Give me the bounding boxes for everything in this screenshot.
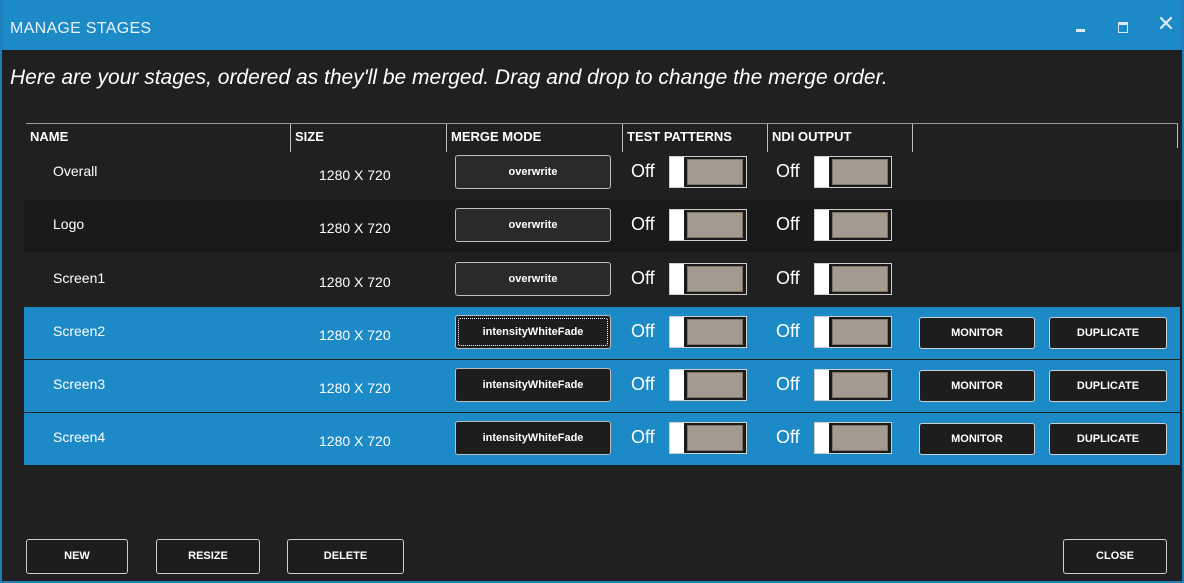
toggle-track <box>687 319 743 345</box>
toggle-knob <box>670 157 684 187</box>
stage-name: Screen3 <box>53 376 106 392</box>
ndi-output-state: Off <box>776 321 800 341</box>
ndi-output-state: Off <box>776 161 800 181</box>
stage-row[interactable]: Logo 1280 X 720 overwrite Off Off <box>24 200 1180 252</box>
test-patterns-state: Off <box>631 374 655 394</box>
instructions-text: Here are your stages, ordered as they'll… <box>10 66 888 89</box>
toggle-knob <box>670 370 684 400</box>
toggle-knob <box>815 210 829 240</box>
window-title: MANAGE STAGES <box>10 20 152 37</box>
ndi-output-state: Off <box>776 374 800 394</box>
minimize-icon[interactable] <box>1071 14 1093 36</box>
merge-mode-button[interactable]: intensityWhiteFade <box>455 368 611 402</box>
toggle-track <box>832 425 888 451</box>
stage-size: 1280 X 720 <box>319 433 391 449</box>
manage-stages-window: MANAGE STAGES ✕ Here are your stages, or… <box>0 0 1184 583</box>
stage-size: 1280 X 720 <box>319 167 391 183</box>
toggle-knob <box>815 317 829 347</box>
test-patterns-state: Off <box>631 321 655 341</box>
ndi-output-toggle[interactable] <box>814 209 892 241</box>
stage-name: Overall <box>53 163 98 179</box>
ndi-output-toggle[interactable] <box>814 156 892 188</box>
merge-mode-button[interactable]: intensityWhiteFade <box>455 421 611 455</box>
stage-size: 1280 X 720 <box>319 220 391 236</box>
column-header-end-divider <box>1177 124 1178 148</box>
stage-row[interactable]: Screen3 1280 X 720 intensityWhiteFade Off Of… <box>24 360 1180 412</box>
stage-row[interactable]: Screen4 1280 X 720 intensityWhiteFade Off Of… <box>24 413 1180 465</box>
new-button[interactable]: NEW <box>26 539 128 574</box>
toggle-track <box>832 159 888 185</box>
stage-name: Screen1 <box>53 270 106 286</box>
duplicate-button[interactable]: DUPLICATE <box>1049 423 1167 455</box>
toggle-track <box>687 159 743 185</box>
test-patterns-state: Off <box>631 214 655 234</box>
test-patterns-state: Off <box>631 427 655 447</box>
test-patterns-toggle[interactable] <box>669 369 747 401</box>
toggle-knob <box>670 423 684 453</box>
delete-button[interactable]: DELETE <box>287 539 404 574</box>
stage-row[interactable]: Overall 1280 X 720 overwrite Off Off <box>24 147 1180 199</box>
ndi-output-toggle[interactable] <box>814 369 892 401</box>
toggle-track <box>832 372 888 398</box>
test-patterns-state: Off <box>631 161 655 181</box>
stage-size: 1280 X 720 <box>319 274 391 290</box>
duplicate-button[interactable]: DUPLICATE <box>1049 317 1167 349</box>
toggle-knob <box>815 423 829 453</box>
merge-mode-button[interactable]: overwrite <box>455 208 611 242</box>
monitor-button[interactable]: MONITOR <box>919 370 1035 402</box>
ndi-output-toggle[interactable] <box>814 263 892 295</box>
toggle-track <box>832 266 888 292</box>
ndi-output-state: Off <box>776 268 800 288</box>
test-patterns-toggle[interactable] <box>669 263 747 295</box>
toggle-knob <box>815 157 829 187</box>
toggle-knob <box>815 264 829 294</box>
ndi-output-toggle[interactable] <box>814 422 892 454</box>
stage-size: 1280 X 720 <box>319 380 391 396</box>
stage-size: 1280 X 720 <box>319 327 391 343</box>
close-icon[interactable]: ✕ <box>1155 14 1177 36</box>
toggle-knob <box>815 370 829 400</box>
test-patterns-state: Off <box>631 268 655 288</box>
stage-row[interactable]: Screen1 1280 X 720 overwrite Off Off <box>24 254 1180 306</box>
merge-mode-button[interactable]: overwrite <box>455 155 611 189</box>
close-button[interactable]: CLOSE <box>1063 539 1167 574</box>
toggle-track <box>832 212 888 238</box>
toggle-track <box>687 212 743 238</box>
toggle-track <box>687 372 743 398</box>
resize-button[interactable]: RESIZE <box>156 539 260 574</box>
stage-name: Logo <box>53 216 85 232</box>
stage-name: Screen2 <box>53 323 106 339</box>
maximize-icon[interactable] <box>1113 14 1135 36</box>
test-patterns-toggle[interactable] <box>669 156 747 188</box>
toggle-knob <box>670 317 684 347</box>
test-patterns-toggle[interactable] <box>669 209 747 241</box>
stage-row[interactable]: Screen2 1280 X 720 intensityWhiteFade Off Of… <box>24 307 1180 359</box>
toggle-knob <box>670 210 684 240</box>
merge-mode-button[interactable]: intensityWhiteFade <box>455 315 611 349</box>
ndi-output-state: Off <box>776 427 800 447</box>
test-patterns-toggle[interactable] <box>669 422 747 454</box>
title-bar[interactable]: MANAGE STAGES ✕ <box>2 0 1182 50</box>
ndi-output-state: Off <box>776 214 800 234</box>
duplicate-button[interactable]: DUPLICATE <box>1049 370 1167 402</box>
stage-name: Screen4 <box>53 429 106 445</box>
toggle-track <box>832 319 888 345</box>
monitor-button[interactable]: MONITOR <box>919 423 1035 455</box>
ndi-output-toggle[interactable] <box>814 316 892 348</box>
toggle-knob <box>670 264 684 294</box>
toggle-track <box>687 425 743 451</box>
test-patterns-toggle[interactable] <box>669 316 747 348</box>
merge-mode-button[interactable]: overwrite <box>455 262 611 296</box>
monitor-button[interactable]: MONITOR <box>919 317 1035 349</box>
toggle-track <box>687 266 743 292</box>
